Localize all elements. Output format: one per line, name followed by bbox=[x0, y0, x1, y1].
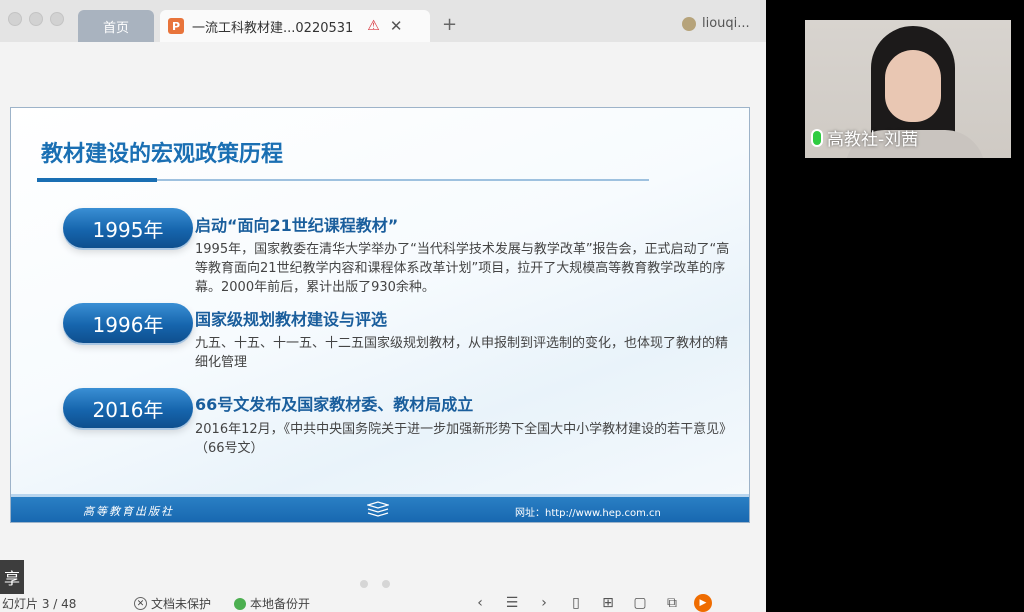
document-protection-label: 文档未保护 bbox=[151, 597, 212, 611]
share-button[interactable]: 享 bbox=[0, 560, 24, 594]
item-heading-1995: 启动“面向21世纪课程教材” bbox=[195, 216, 399, 235]
microphone-icon bbox=[811, 128, 823, 147]
unprotected-icon: ✕ bbox=[134, 597, 147, 610]
participant-face bbox=[885, 50, 941, 122]
page-dot bbox=[360, 580, 368, 588]
screen: 首页 P 一流工科教材建...0220531 ⚠ ✕ + liouqi... 教… bbox=[0, 0, 1024, 612]
year-badge-1995: 1995年 bbox=[63, 208, 193, 248]
presentation-app: 首页 P 一流工科教材建...0220531 ⚠ ✕ + liouqi... 教… bbox=[0, 0, 766, 612]
new-tab-icon[interactable]: + bbox=[442, 14, 457, 35]
backup-on-icon bbox=[234, 597, 246, 610]
publisher-url: 网址：http://www.hep.com.cn bbox=[515, 508, 661, 519]
document-tab-title: 一流工科教材建...0220531 bbox=[192, 20, 354, 36]
window-controls bbox=[8, 12, 64, 26]
warning-icon[interactable]: ⚠ bbox=[367, 18, 380, 34]
page-indicator bbox=[360, 580, 390, 588]
status-bar: 幻灯片 3 / 48 ✕ 文档未保护 本地备份开 ‹ ☰ › ▯ ⊞ ▢ ⧉ ▶ bbox=[0, 594, 766, 612]
tab-home[interactable]: 首页 bbox=[78, 10, 154, 42]
item-heading-1996: 国家级规划教材建设与评选 bbox=[195, 310, 388, 329]
item-body-2016: 2016年12月，《中共中央国务院关于进一步加强新形势下全国大中小学教材建设的若… bbox=[195, 422, 733, 456]
view-toolbar: ‹ ☰ › ▯ ⊞ ▢ ⧉ ▶ bbox=[464, 594, 712, 612]
presentation-file-icon: P bbox=[168, 18, 184, 34]
document-protection-status[interactable]: ✕ 文档未保护 bbox=[134, 595, 211, 612]
participant-name: 高教社-刘茜 bbox=[827, 130, 919, 150]
window-close-button[interactable] bbox=[8, 12, 22, 26]
page-dot bbox=[382, 580, 390, 588]
window-maximize-button[interactable] bbox=[50, 12, 64, 26]
title-divider-accent bbox=[37, 178, 157, 182]
year-badge-2016: 2016年 bbox=[63, 388, 193, 428]
participant-label: 高教社-刘茜 bbox=[811, 125, 918, 150]
item-body-1996: 九五、十五、十一五、十二五国家级规划教材，从申报制到评选制的变化，也体现了教材的… bbox=[195, 336, 729, 370]
previous-slide-icon[interactable]: ‹ bbox=[464, 595, 496, 611]
slide-title: 教材建设的宏观政策历程 bbox=[41, 142, 284, 167]
slide-list-icon[interactable]: ☰ bbox=[496, 595, 528, 611]
user-account[interactable]: liouqi... bbox=[682, 16, 750, 31]
slide-counter: 幻灯片 3 / 48 bbox=[2, 597, 77, 611]
next-slide-icon[interactable]: › bbox=[528, 595, 560, 611]
avatar bbox=[682, 16, 696, 31]
year-badge-1996: 1996年 bbox=[63, 303, 193, 343]
item-body-1995: 1995年，国家教委在清华大学举办了“当代科学技术发展与教学改革”报告会，正式启… bbox=[195, 242, 730, 295]
window-minimize-button[interactable] bbox=[29, 12, 43, 26]
grid-view-icon[interactable]: ⊞ bbox=[592, 595, 624, 611]
publisher-logo-icon bbox=[367, 501, 389, 517]
publisher-logo-text: 高等教育出版社 bbox=[83, 505, 174, 518]
play-slideshow-icon[interactable]: ▶ bbox=[694, 594, 712, 612]
tab-document[interactable]: P 一流工科教材建...0220531 ⚠ ✕ bbox=[160, 10, 430, 42]
tab-bar: 首页 P 一流工科教材建...0220531 ⚠ ✕ + liouqi... bbox=[0, 0, 766, 42]
user-name: liouqi... bbox=[702, 16, 750, 31]
presenter-view-icon[interactable]: ⧉ bbox=[656, 595, 688, 611]
slide-footer: 高等教育出版社 网址：http://www.hep.com.cn bbox=[11, 494, 749, 522]
local-backup-label: 本地备份开 bbox=[250, 597, 311, 611]
participant-video[interactable]: 高教社-刘茜 bbox=[805, 20, 1011, 158]
close-tab-icon[interactable]: ✕ bbox=[390, 17, 403, 35]
item-heading-2016: 66号文发布及国家教材委、教材局成立 bbox=[195, 395, 474, 414]
slide-canvas[interactable]: 教材建设的宏观政策历程 1995年 启动“面向21世纪课程教材” 1995年，国… bbox=[10, 107, 750, 523]
reading-view-icon[interactable]: ▢ bbox=[624, 595, 656, 611]
normal-view-icon[interactable]: ▯ bbox=[560, 595, 592, 611]
local-backup-status[interactable]: 本地备份开 bbox=[234, 595, 310, 612]
